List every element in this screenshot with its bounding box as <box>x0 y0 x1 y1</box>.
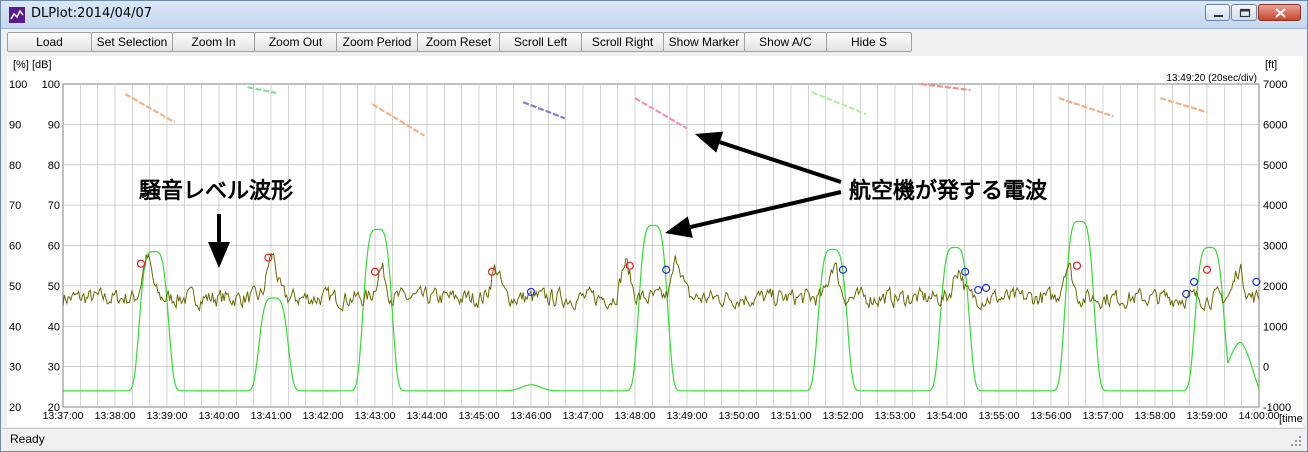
x-tick-label: 13:58:00 <box>1135 410 1176 422</box>
x-tick-label: 13:53:00 <box>875 410 916 422</box>
scroll-right-button[interactable]: Scroll Right <box>581 32 664 52</box>
resize-grip-icon[interactable] <box>1290 435 1302 447</box>
y-right-tick-label: 5000 <box>1263 160 1287 172</box>
y-left-tick-label: 50 <box>9 281 21 293</box>
y-right-tick-label: 1000 <box>1263 321 1287 333</box>
x-tick-label: 13:40:00 <box>199 410 240 422</box>
x-tick-label: 13:42:00 <box>303 410 344 422</box>
y-left-inner-tick-label: 80 <box>48 160 60 172</box>
scroll-left-button[interactable]: Scroll Left <box>499 32 582 52</box>
y-right-tick-label: 4000 <box>1263 200 1287 212</box>
close-button[interactable] <box>1258 4 1301 21</box>
x-tick-label: 13:46:00 <box>511 410 552 422</box>
timestamp-label: 13:49:20 (20sec/div) <box>1166 73 1257 84</box>
y-left-inner-tick-label: 100 <box>42 79 60 91</box>
y-right-tick-label: 3000 <box>1263 241 1287 253</box>
zoom-out-button[interactable]: Zoom Out <box>254 32 337 52</box>
maximize-icon <box>1239 8 1251 18</box>
y-left-inner-tick-label: 90 <box>48 119 60 131</box>
show-ac-button[interactable]: Show A/C <box>744 32 827 52</box>
x-tick-label: 13:49:00 <box>667 410 708 422</box>
y-right-tick-label: 7000 <box>1263 79 1287 91</box>
show-marker-button[interactable]: Show Marker <box>663 32 745 52</box>
x-tick-label: 13:41:00 <box>251 410 292 422</box>
x-tick-label: 13:52:00 <box>823 410 864 422</box>
x-tick-label: 13:44:00 <box>407 410 448 422</box>
zoom-period-button[interactable]: Zoom Period <box>336 32 418 52</box>
y-left-tick-label: 40 <box>9 321 21 333</box>
window-title: DLPlot:2014/04/07 <box>31 6 153 21</box>
x-tick-label: 13:50:00 <box>719 410 760 422</box>
x-tick-label: 13:43:00 <box>355 410 396 422</box>
annotation-noise-waveform: 騒音レベル波形 <box>139 178 293 204</box>
x-tick-label: 13:48:00 <box>615 410 656 422</box>
close-icon <box>1275 8 1286 18</box>
y-left-tick-label: 80 <box>9 160 21 172</box>
grid-layer <box>62 83 1260 408</box>
y-left-tick-label: 20 <box>9 402 21 414</box>
x-tick-label: 13:55:00 <box>979 410 1020 422</box>
x-tick-label: 13:47:00 <box>563 410 604 422</box>
app-window: DLPlot:2014/04/07 Load Set Selection Zoo… <box>0 0 1308 452</box>
x-tick-label: 14:00:00 <box>1239 410 1280 422</box>
x-tick-label: 13:37:00 <box>43 410 84 422</box>
x-tick-label: 13:45:00 <box>459 410 500 422</box>
y-right-tick-label: 0 <box>1263 362 1269 374</box>
x-tick-label: 13:56:00 <box>1031 410 1072 422</box>
status-bar: Ready <box>2 428 1306 450</box>
x-tick-label: 13:38:00 <box>95 410 136 422</box>
y-left-inner-tick-label: 60 <box>48 241 60 253</box>
zoom-in-button[interactable]: Zoom In <box>172 32 255 52</box>
zoom-reset-button[interactable]: Zoom Reset <box>417 32 500 52</box>
x-tick-label: 13:51:00 <box>771 410 812 422</box>
app-icon <box>9 7 25 23</box>
y-left-inner-tick-label: 50 <box>48 281 60 293</box>
x-tick-label: 13:59:00 <box>1187 410 1228 422</box>
left-axis-unit-label: [%] [dB] <box>13 59 52 71</box>
noise-chart[interactable]: [%] [dB] [ft] 13:49:20 (20sec/div) [time… <box>7 56 1306 427</box>
set-selection-button[interactable]: Set Selection <box>91 32 173 52</box>
y-left-tick-label: 30 <box>9 362 21 374</box>
y-left-inner-tick-label: 70 <box>48 200 60 212</box>
y-left-tick-label: 60 <box>9 241 21 253</box>
right-axis-unit-label: [ft] <box>1265 59 1277 71</box>
x-tick-label: 13:57:00 <box>1083 410 1124 422</box>
plot-area[interactable]: [%] [dB] [ft] 13:49:20 (20sec/div) [time… <box>7 56 1306 427</box>
y-left-inner-tick-label: 30 <box>48 362 60 374</box>
y-right-tick-label: 2000 <box>1263 281 1287 293</box>
y-left-tick-label: 70 <box>9 200 21 212</box>
y-right-tick-label: 6000 <box>1263 119 1287 131</box>
y-left-tick-label: 100 <box>9 79 27 91</box>
hide-s-button[interactable]: Hide S <box>826 32 912 52</box>
x-tick-label: 13:54:00 <box>927 410 968 422</box>
x-tick-label: 13:39:00 <box>147 410 188 422</box>
x-axis-unit-label: [time] <box>1279 413 1303 425</box>
status-text: Ready <box>10 432 45 446</box>
annotation-aircraft-signal: 航空機が発する電波 <box>849 178 1048 204</box>
y-left-tick-label: 90 <box>9 119 21 131</box>
load-button[interactable]: Load <box>7 32 92 52</box>
y-left-inner-tick-label: 40 <box>48 321 60 333</box>
minimize-button[interactable] <box>1205 4 1230 21</box>
maximize-button[interactable] <box>1231 4 1257 21</box>
title-bar[interactable]: DLPlot:2014/04/07 <box>1 1 1307 29</box>
minimize-icon <box>1214 15 1223 17</box>
